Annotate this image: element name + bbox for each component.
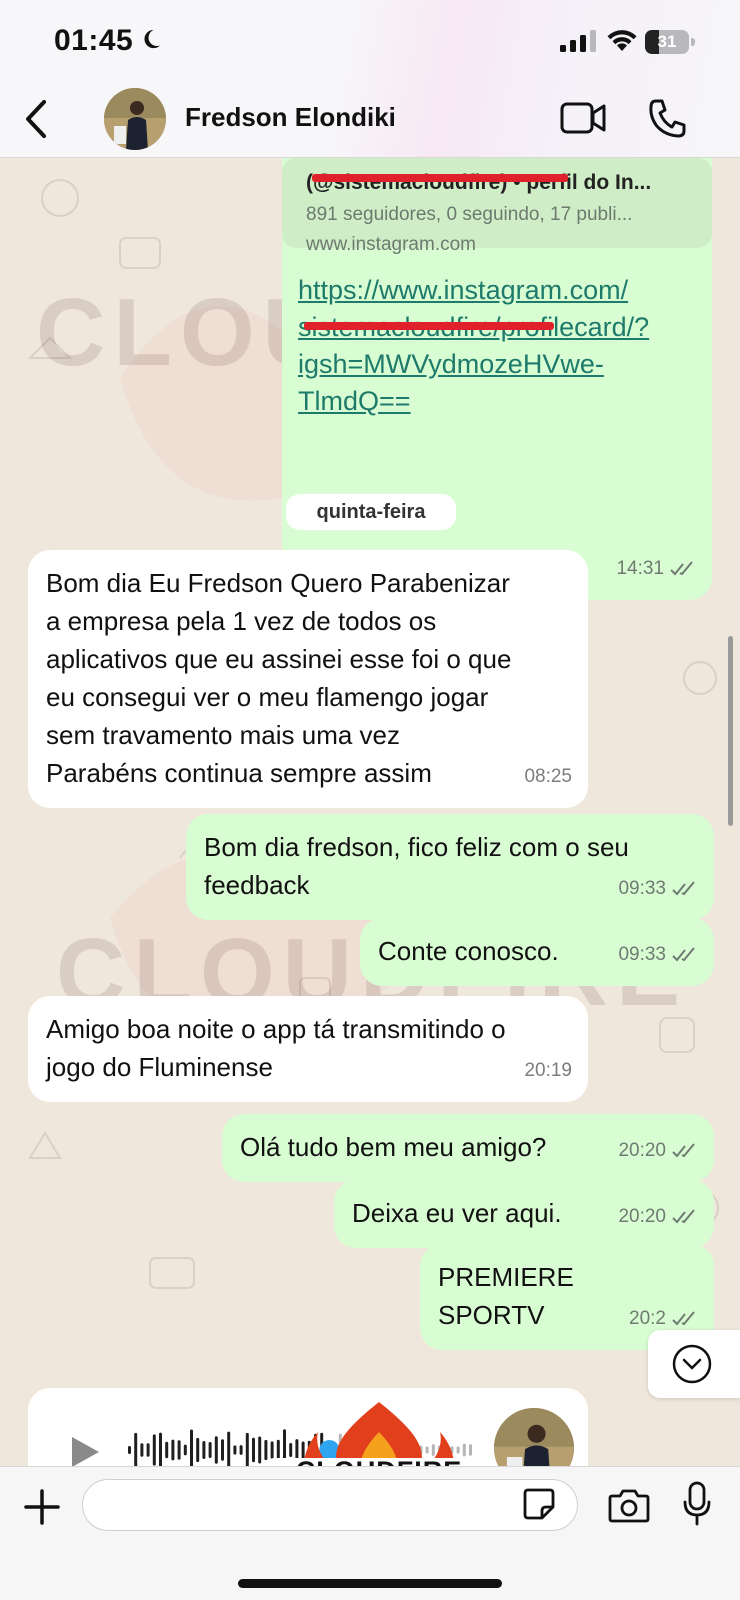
contact-name[interactable]: Fredson Elondiki [185, 102, 396, 133]
read-ticks-icon [672, 1209, 695, 1224]
moon-icon [144, 29, 161, 49]
chat-scrollbar[interactable] [728, 636, 733, 826]
message-text-line: PREMIERE [438, 1262, 574, 1292]
person-photo-icon [494, 1408, 574, 1466]
waveform-bar [221, 1439, 224, 1461]
waveform-bar [233, 1445, 237, 1455]
waveform-bar [208, 1442, 212, 1458]
read-ticks-icon [672, 947, 695, 962]
link-url-line[interactable]: https://www.instagram.com/ [298, 272, 649, 309]
read-ticks-icon [672, 881, 695, 896]
redaction-mark [304, 322, 554, 330]
message-text-line: Bom dia Eu Fredson Quero Parabenizar [46, 568, 510, 598]
waveform-bar [245, 1432, 249, 1466]
waveform-bar [134, 1432, 138, 1466]
message-text-line: eu consegui ver o meu flamengo jogar [46, 682, 489, 712]
waveform-bar [258, 1436, 262, 1464]
message-input[interactable] [82, 1479, 578, 1531]
waveform-bar [196, 1437, 200, 1463]
waveform-bar [214, 1436, 218, 1464]
home-indicator[interactable] [238, 1579, 502, 1588]
message-text-line: a empresa pela 1 vez de todos os [46, 606, 437, 636]
battery-indicator: 31 [645, 30, 695, 54]
read-ticks-icon [672, 1311, 695, 1326]
read-ticks-icon [672, 1143, 695, 1158]
camera-icon[interactable] [608, 1487, 650, 1523]
message-meta: 09:33 [618, 870, 698, 908]
waveform-bar [140, 1443, 144, 1457]
video-camera-icon[interactable] [560, 100, 606, 136]
audio-sender-avatar [494, 1408, 574, 1466]
message-text-line: sem travamento mais uma vez [46, 720, 401, 750]
message-time: 20:19 [524, 1060, 572, 1081]
message-text-line: Bom dia fredson, fico feliz com o seu [204, 832, 629, 862]
message-meta: 20:20 [618, 1198, 698, 1236]
waveform-bar [165, 1441, 169, 1459]
outgoing-message[interactable]: Bom dia fredson, fico feliz com o seu fee… [186, 814, 714, 920]
link-preview-domain: www.instagram.com [306, 234, 476, 255]
status-time: 01:45 [54, 24, 134, 57]
read-ticks-icon [670, 561, 693, 576]
outgoing-message[interactable]: Conte conosco. 09:33 [360, 918, 714, 986]
back-chevron-icon[interactable] [18, 96, 52, 142]
outgoing-link-message[interactable]: (@sistemacloudfire) • perfil do In... 89… [282, 158, 712, 600]
message-text-line: aplicativos que eu assinei esse foi o qu… [46, 644, 512, 674]
message-text-line: Amigo boa noite o app tá transmitindo o [46, 1014, 506, 1044]
link-url-line[interactable]: TlmdQ== [298, 383, 649, 420]
waveform-bar [152, 1434, 156, 1466]
message-text-line: Parabéns continua sempre assim [46, 758, 432, 788]
sticker-icon[interactable] [522, 1487, 556, 1521]
battery-level-text: 31 [657, 32, 677, 51]
message-text-line: jogo do Fluminense [46, 1052, 273, 1082]
message-time: 20:20 [618, 1140, 666, 1161]
message-time: 09:33 [618, 944, 666, 965]
waveform-bar [227, 1431, 231, 1466]
phone-icon[interactable] [648, 98, 686, 138]
link-url[interactable]: https://www.instagram.com/ sistemacloudf… [298, 272, 649, 420]
waveform-bar [177, 1440, 181, 1460]
incoming-message[interactable]: Bom dia Eu Fredson Quero Parabenizar a em… [28, 550, 588, 808]
waveform-bar [202, 1441, 206, 1459]
plus-icon[interactable] [22, 1487, 62, 1527]
message-meta: 14:31 [616, 550, 696, 588]
person-photo-icon [104, 88, 166, 150]
message-meta: 20:20 [618, 1132, 698, 1170]
waveform-bar [252, 1437, 255, 1463]
scroll-to-bottom-button[interactable] [648, 1330, 740, 1398]
message-meta: 09:33 [618, 936, 698, 974]
message-time: 20:20 [618, 1206, 666, 1227]
waveform-bar [159, 1432, 162, 1466]
link-url-line[interactable]: igsh=MWVydmozeHVwe- [298, 346, 649, 383]
message-composer [0, 1466, 740, 1600]
message-meta: 20:19 [524, 1052, 572, 1090]
chat-area[interactable]: CLOUDFIRE TV CLOUDFIRE TV (@sistemacloud… [0, 158, 740, 1466]
link-preview-card[interactable]: (@sistemacloudfire) • perfil do In... 89… [282, 158, 712, 255]
waveform-bar [239, 1445, 243, 1455]
message-time: 14:31 [616, 558, 664, 579]
date-separator: quinta-feira [286, 494, 456, 530]
cellular-signal-icon [560, 30, 596, 52]
play-icon[interactable] [68, 1434, 102, 1466]
message-time: 08:25 [524, 766, 572, 787]
microphone-icon[interactable] [682, 1481, 712, 1527]
outgoing-message[interactable]: Olá tudo bem meu amigo? 20:20 [222, 1114, 714, 1182]
logo-brand-text: CLOUDFIRE [274, 1456, 484, 1466]
waveform-bar [146, 1443, 150, 1457]
contact-avatar[interactable] [104, 88, 166, 150]
incoming-message[interactable]: Amigo boa noite o app tá transmitindo o j… [28, 996, 588, 1102]
message-time: 09:33 [618, 878, 666, 899]
redaction-mark [312, 174, 568, 182]
waveform-bar [128, 1446, 131, 1454]
chat-header: 01:45 31 Fredson Elondiki [0, 0, 740, 158]
waveform-bar [183, 1444, 187, 1456]
waveform-bar [171, 1439, 175, 1461]
outgoing-message[interactable]: Deixa eu ver aqui. 20:20 [334, 1180, 714, 1248]
chevron-down-circle-icon [672, 1344, 712, 1384]
waveform-bar [190, 1429, 193, 1466]
message-meta: 08:25 [524, 758, 572, 796]
wifi-icon [607, 30, 637, 51]
